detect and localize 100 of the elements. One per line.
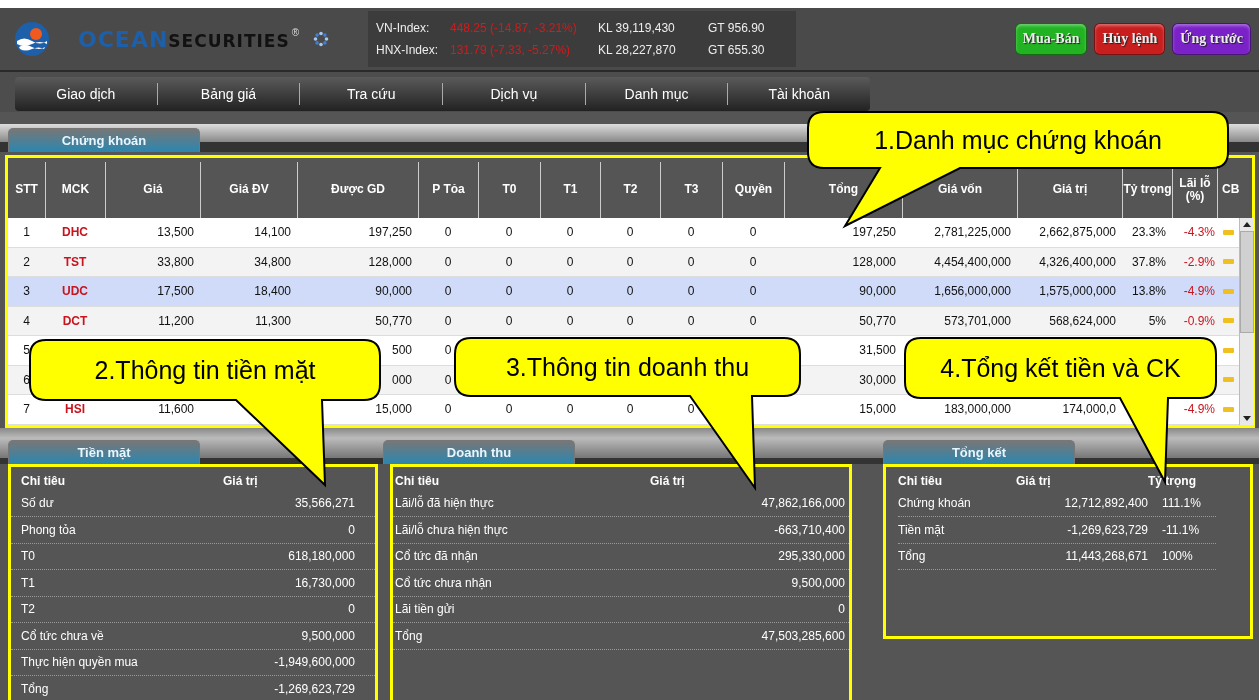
section-tab[interactable]: Tổng kết xyxy=(883,439,1075,464)
table-cell[interactable]: 0 xyxy=(626,254,634,269)
table-cell[interactable]: 11,300 xyxy=(255,313,291,328)
caret-up-icon[interactable] xyxy=(1243,222,1251,227)
table-cell[interactable]: 31,500 xyxy=(859,343,896,358)
section-tab[interactable]: Tiền mặt xyxy=(8,439,200,464)
table-cell[interactable]: 13.8% xyxy=(1131,284,1166,299)
table-cell[interactable]: UDC xyxy=(62,284,88,299)
menu-item[interactable]: Giao dịch xyxy=(15,83,158,105)
table-cell[interactable]: 2 xyxy=(23,254,30,269)
table-cell[interactable]: 2,662,875,000 xyxy=(1039,225,1116,240)
table-cell[interactable]: -2.9% xyxy=(1183,254,1215,269)
caret-down-icon[interactable] xyxy=(1243,415,1251,421)
table-cell[interactable]: 0 xyxy=(626,402,634,417)
table-cell[interactable]: 0 xyxy=(566,313,574,328)
table-cell[interactable]: 5 xyxy=(23,343,30,358)
table-cell[interactable]: 30,000 xyxy=(859,372,896,387)
section-tab[interactable]: Doanh thu xyxy=(383,439,575,464)
table-cell[interactable]: TST xyxy=(63,254,87,269)
section-tab[interactable]: Chứng khoán xyxy=(8,128,200,152)
menu-item[interactable]: Dịch vụ xyxy=(443,83,586,105)
table-cell[interactable]: 0 xyxy=(626,225,634,240)
menu-item[interactable]: Tài khoản xyxy=(728,83,871,105)
menu-item[interactable]: Bảng giá xyxy=(157,83,301,105)
table-cell[interactable]: 0 xyxy=(687,284,695,299)
table-cell[interactable]: 0 xyxy=(505,313,513,328)
table-cell[interactable]: 50,770 xyxy=(375,313,412,328)
table-cell[interactable]: -4.3% xyxy=(1183,225,1215,240)
table-cell[interactable]: 183,000,000 xyxy=(944,402,1011,417)
table-cell[interactable]: DCT xyxy=(62,313,88,328)
table-cell[interactable]: 1,656,000,000 xyxy=(934,284,1011,299)
table-cell[interactable]: 11,200 xyxy=(158,313,194,328)
table-cell[interactable]: DHC xyxy=(62,225,88,240)
table-cell[interactable]: 4,326,400,000 xyxy=(1039,254,1116,269)
table-cell[interactable]: 128,000 xyxy=(368,254,412,269)
table-cell[interactable]: 0 xyxy=(444,225,452,240)
table-cell[interactable]: 1,575,000,000 xyxy=(1039,284,1116,299)
table-cell[interactable]: 1 xyxy=(23,225,30,240)
table-cell[interactable]: 000 xyxy=(391,372,412,387)
table-cell[interactable]: 3 xyxy=(23,284,30,299)
table-cell[interactable]: 0 xyxy=(626,313,634,328)
table-cell[interactable]: 197,250 xyxy=(852,225,896,240)
table-cell[interactable]: 0 xyxy=(566,225,574,240)
table-cell[interactable]: 4,454,400,000 xyxy=(934,254,1011,269)
table-cell[interactable]: 2,781,225,000 xyxy=(934,225,1011,240)
scrollbar[interactable] xyxy=(1239,218,1254,425)
table-cell[interactable]: 0 xyxy=(444,284,452,299)
table-cell[interactable]: 573,701,000 xyxy=(944,313,1011,328)
table-cell[interactable]: 0 xyxy=(749,225,757,240)
table-cell[interactable]: 50,770 xyxy=(859,313,896,328)
table-cell[interactable]: 15,000 xyxy=(859,402,896,417)
table-cell[interactable]: 0 xyxy=(749,284,757,299)
table-cell[interactable]: 0 xyxy=(687,254,695,269)
table-cell[interactable]: 197,250 xyxy=(368,225,412,240)
table-cell[interactable]: 0 xyxy=(444,372,452,387)
menu-item[interactable]: Tra cứu xyxy=(300,83,443,105)
table-cell[interactable]: 128,000 xyxy=(852,254,896,269)
table-cell[interactable]: 0 xyxy=(626,284,634,299)
table-cell[interactable]: 0 xyxy=(749,254,757,269)
table-cell[interactable]: 23.3% xyxy=(1131,225,1166,240)
table-cell[interactable]: 17,500 xyxy=(157,284,194,299)
table-cell[interactable]: 0 xyxy=(444,254,452,269)
table-cell[interactable]: 90,000 xyxy=(859,284,896,299)
table-cell[interactable]: 7 xyxy=(23,402,30,417)
table-cell[interactable]: 174,000,0 xyxy=(1062,402,1116,417)
table-cell[interactable]: 0 xyxy=(505,254,513,269)
table-cell[interactable]: HSI xyxy=(65,402,85,417)
table-cell[interactable]: 13,500 xyxy=(157,225,194,240)
table-cell[interactable]: 0 xyxy=(687,313,695,328)
table-cell[interactable]: 6 xyxy=(23,372,30,387)
action-button[interactable]: Hủy lệnh xyxy=(1094,23,1166,55)
table-cell[interactable]: 15,000 xyxy=(375,402,412,417)
table-cell[interactable]: 18,400 xyxy=(254,284,291,299)
table-cell[interactable]: 34,800 xyxy=(254,254,291,269)
table-cell[interactable]: 500 xyxy=(391,343,412,358)
table-cell[interactable]: 0 xyxy=(687,225,695,240)
table-cell[interactable]: 0 xyxy=(505,225,513,240)
table-cell[interactable]: -0.9% xyxy=(1183,313,1215,328)
table-cell[interactable]: 5% xyxy=(1148,313,1166,328)
table-cell[interactable]: 0 xyxy=(505,402,513,417)
table-cell[interactable]: 0 xyxy=(687,402,695,417)
table-cell[interactable]: 14,100 xyxy=(254,225,291,240)
table-cell[interactable]: 0 xyxy=(566,284,574,299)
table-cell[interactable]: 0 xyxy=(444,402,452,417)
table-cell[interactable]: 90,000 xyxy=(375,284,412,299)
table-cell[interactable]: -4.9% xyxy=(1183,284,1215,299)
table-cell[interactable]: 0 xyxy=(566,402,574,417)
table-cell[interactable]: 0 xyxy=(566,254,574,269)
table-cell[interactable]: 0 xyxy=(444,343,452,358)
table-cell[interactable]: 0 xyxy=(749,313,757,328)
table-cell[interactable]: 568,624,000 xyxy=(1049,313,1116,328)
menu-item[interactable]: Danh mục xyxy=(585,83,729,105)
table-cell[interactable]: 33,800 xyxy=(157,254,194,269)
table-cell[interactable]: 0 xyxy=(444,313,452,328)
table-cell[interactable]: 11,600 xyxy=(158,402,194,417)
table-cell[interactable]: 37.8% xyxy=(1131,254,1166,269)
table-cell[interactable]: -4.9% xyxy=(1183,402,1215,417)
table-cell[interactable]: 4 xyxy=(23,313,30,328)
table-cell[interactable]: 0 xyxy=(505,284,513,299)
action-button[interactable]: Ứng trước xyxy=(1172,23,1251,55)
